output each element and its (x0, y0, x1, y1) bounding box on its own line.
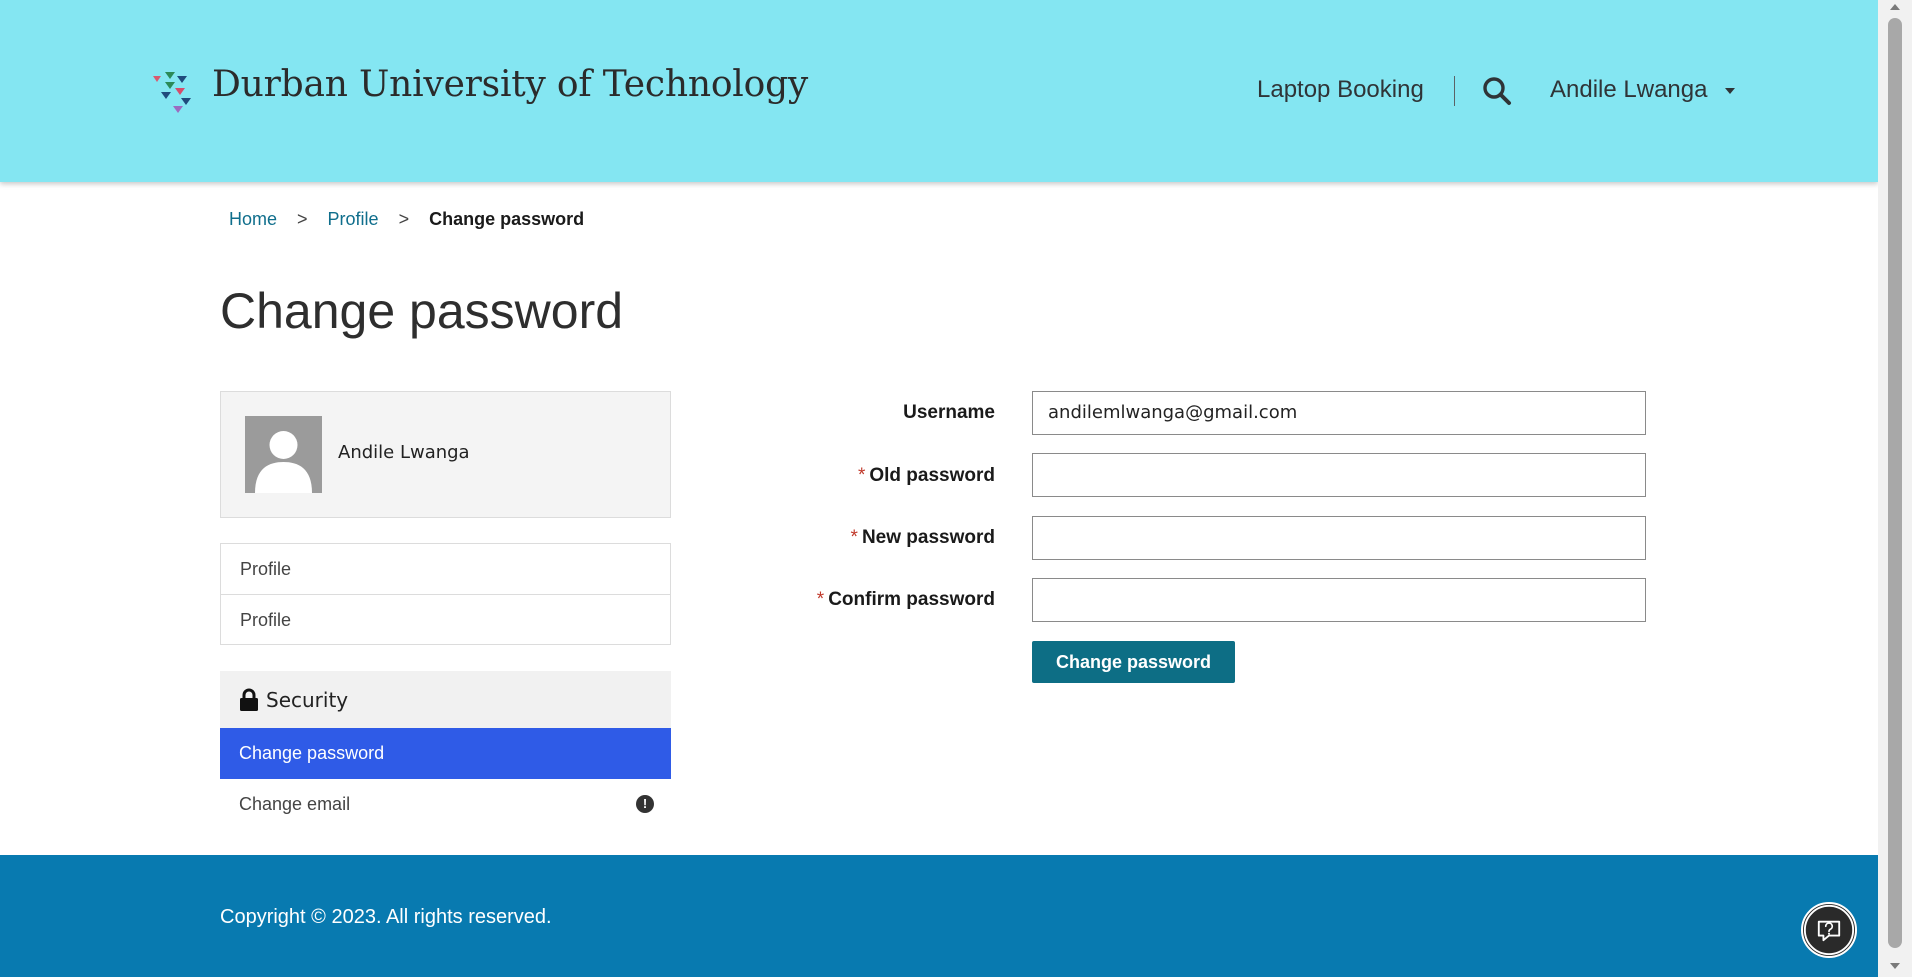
required-mark: * (850, 527, 858, 548)
new-password-label: * New password (595, 527, 995, 549)
scroll-up-arrow-icon[interactable] (1890, 4, 1900, 10)
dut-logo-icon[interactable] (151, 68, 197, 114)
confirm-password-field[interactable] (1032, 578, 1646, 622)
breadcrumb-current: Change password (429, 209, 585, 229)
user-menu[interactable]: Andile Lwanga (1550, 76, 1707, 104)
search-icon[interactable] (1482, 76, 1512, 106)
required-mark: * (816, 589, 825, 610)
security-section-header: Security (220, 671, 671, 728)
sidebar-item-profile[interactable]: Profile (221, 544, 670, 594)
page-scrollbar[interactable] (1878, 0, 1912, 977)
info-icon[interactable]: ! (636, 795, 654, 813)
breadcrumb-separator: > (398, 209, 410, 229)
breadcrumb-separator: > (297, 209, 308, 229)
old-password-field[interactable] (1032, 453, 1646, 497)
change-password-button[interactable]: Change password (1032, 641, 1235, 683)
help-chat-icon[interactable] (1801, 902, 1857, 958)
lock-icon (240, 688, 258, 711)
new-password-label-text: New password (861, 527, 995, 548)
old-password-label: * Old password (595, 465, 995, 487)
confirm-password-label-text: Confirm password (828, 589, 995, 610)
security-title: Security (266, 688, 349, 712)
breadcrumb: Home > Profile > Change password (229, 209, 584, 230)
user-card-name: Andile Lwanga (338, 442, 470, 463)
new-password-field[interactable] (1032, 516, 1646, 560)
brand-name[interactable]: Durban University of Technology (212, 64, 808, 105)
scroll-down-arrow-icon[interactable] (1890, 963, 1900, 969)
nav-divider (1454, 76, 1455, 106)
page-title: Change password (220, 283, 624, 339)
site-footer: Copyright © 2023. All rights reserved. (0, 855, 1878, 977)
scrollbar-thumb[interactable] (1888, 18, 1902, 948)
confirm-password-label: * Confirm password (595, 589, 995, 611)
username-label: Username (903, 402, 995, 423)
sidebar-item-change-email[interactable]: Change email ! (220, 779, 671, 829)
avatar (245, 416, 322, 493)
old-password-label-text: Old password (869, 465, 995, 486)
site-header: Durban University of Technology Laptop B… (0, 0, 1878, 182)
breadcrumb-home[interactable]: Home (229, 209, 277, 229)
page: Durban University of Technology Laptop B… (0, 0, 1878, 977)
required-mark: * (857, 465, 866, 486)
breadcrumb-profile[interactable]: Profile (328, 209, 379, 229)
sidebar-item-change-password[interactable]: Change password (220, 728, 671, 779)
nav-laptop-booking[interactable]: Laptop Booking (1257, 76, 1424, 104)
copyright-text: Copyright © 2023. All rights reserved. (220, 906, 552, 928)
caret-down-icon[interactable] (1725, 88, 1735, 94)
username-field[interactable]: andilemlwanga@gmail.com (1032, 391, 1646, 435)
sidebar-item-label: Change email (239, 794, 351, 814)
